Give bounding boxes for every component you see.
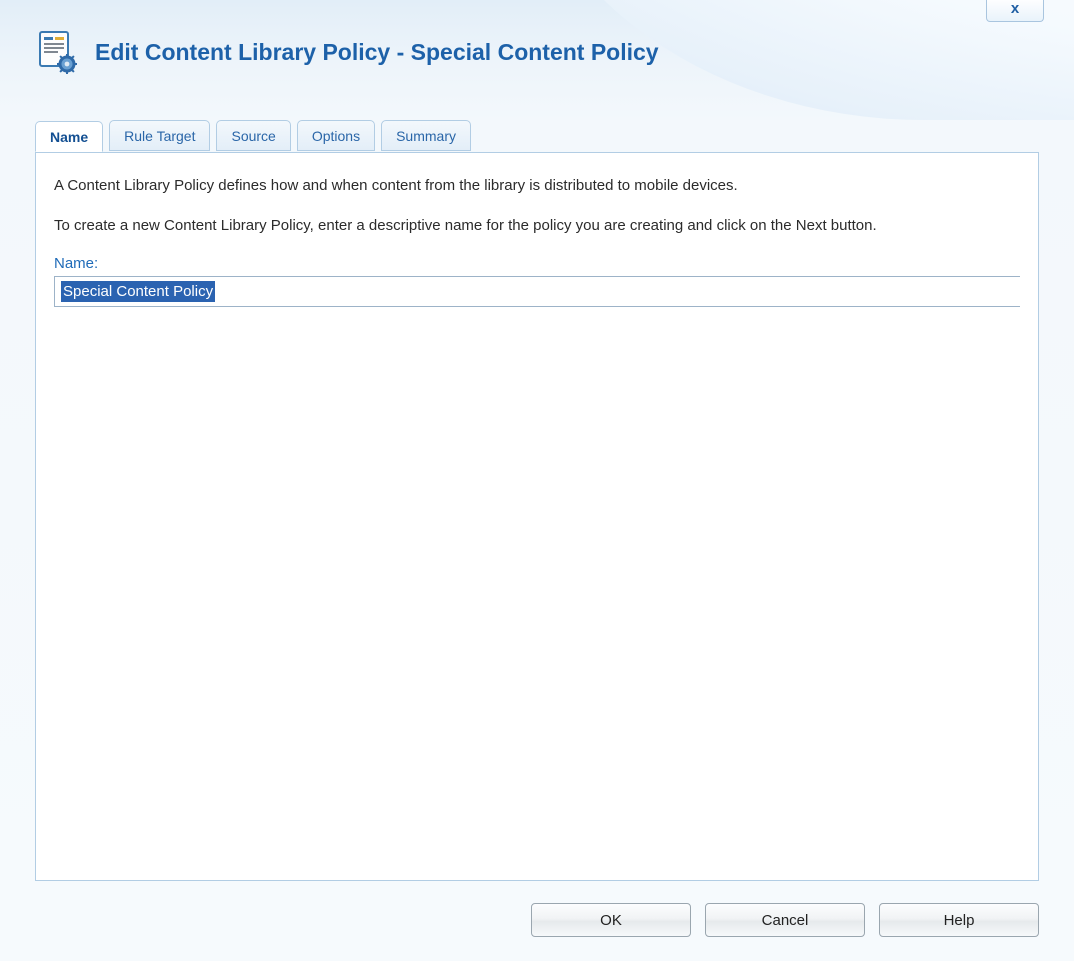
policy-document-gear-icon [35,30,79,74]
dialog-button-bar: OK Cancel Help [531,903,1039,937]
intro-text-2: To create a new Content Library Policy, … [54,215,1020,237]
tab-bar: Name Rule Target Source Options Summary [35,120,1039,151]
close-button[interactable]: x [986,0,1044,22]
ok-button[interactable]: OK [531,903,691,937]
name-field-label: Name: [54,255,1020,272]
tab-content-panel: A Content Library Policy defines how and… [35,152,1039,881]
tab-rule-target[interactable]: Rule Target [109,120,210,151]
name-input[interactable]: Special Content Policy [54,276,1020,308]
name-input-selected-text: Special Content Policy [61,281,215,303]
cancel-button[interactable]: Cancel [705,903,865,937]
intro-text-1: A Content Library Policy defines how and… [54,175,1020,197]
close-icon: x [1011,0,1019,17]
tab-options[interactable]: Options [297,120,375,151]
tab-summary[interactable]: Summary [381,120,471,151]
dialog-title: Edit Content Library Policy - Special Co… [95,39,659,66]
tab-source[interactable]: Source [216,120,290,151]
help-button[interactable]: Help [879,903,1039,937]
tab-name[interactable]: Name [35,121,103,152]
